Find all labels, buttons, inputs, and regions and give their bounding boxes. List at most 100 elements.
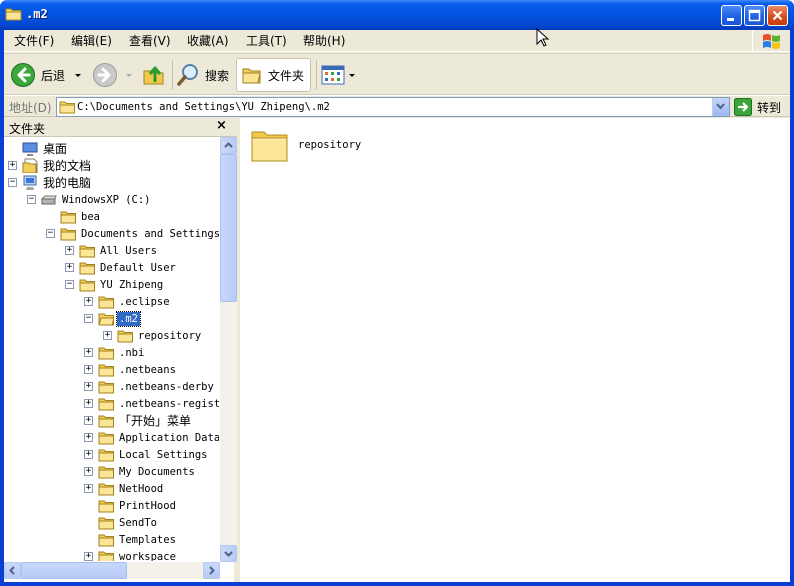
tree-item-label: Application Data	[119, 431, 219, 444]
tree-item[interactable]: + .netbeans-registr	[84, 395, 219, 412]
tree-item[interactable]: − Documents and Settings	[46, 225, 219, 242]
folder-icon	[98, 466, 114, 479]
menu-help[interactable]: 帮助(H)	[303, 33, 345, 49]
collapse-icon[interactable]: −	[27, 195, 36, 204]
tree-item[interactable]: + workspace	[84, 548, 178, 561]
tree-item[interactable]: + .eclipse	[84, 293, 172, 310]
maximize-icon	[748, 9, 761, 22]
dropdown-arrow-icon[interactable]	[73, 70, 83, 80]
menu-file[interactable]: 文件(F)	[14, 33, 54, 49]
tree-item[interactable]: + All Users	[65, 242, 159, 259]
dropdown-arrow-icon[interactable]	[347, 70, 357, 80]
tree-item[interactable]: + .netbeans-derby	[84, 378, 216, 395]
expand-icon[interactable]: +	[8, 161, 17, 170]
collapse-icon[interactable]: −	[65, 280, 74, 289]
tree-item-label: .nbi	[119, 346, 145, 359]
tree-item[interactable]: − WindowsXP (C:)	[27, 191, 153, 208]
folder-icon	[5, 8, 22, 21]
folder-icon	[79, 245, 95, 258]
folder-icon	[98, 449, 114, 462]
tree-item[interactable]: 桌面	[22, 140, 69, 157]
scroll-thumb[interactable]	[220, 154, 237, 302]
menu-edit[interactable]: 编辑(E)	[71, 33, 112, 49]
up-folder-button[interactable]	[141, 58, 167, 92]
search-label: 搜索	[205, 68, 230, 83]
tree-item[interactable]: + NetHood	[84, 480, 165, 497]
expand-icon[interactable]: +	[84, 297, 93, 306]
my-computer-icon	[23, 175, 37, 190]
tree-item[interactable]: bea	[60, 208, 102, 225]
maximize-button[interactable]	[744, 5, 765, 26]
tree-horizontal-scrollbar[interactable]	[4, 562, 220, 579]
tree-item[interactable]: − 我的电脑	[8, 174, 93, 191]
tree-item[interactable]: + 我的文档	[8, 157, 93, 174]
tree-item[interactable]: − YU Zhipeng	[65, 276, 165, 293]
address-input[interactable]: C:\Documents and Settings\YU Zhipeng\.m2	[56, 97, 730, 117]
tree-item-label: NetHood	[119, 482, 164, 495]
tree-item-label: SendTo	[119, 516, 157, 529]
expand-icon[interactable]: +	[65, 246, 74, 255]
folder-icon	[98, 415, 114, 428]
tree-item[interactable]: + repository	[103, 327, 203, 344]
tree-item-label: Templates	[119, 533, 176, 546]
expand-icon[interactable]: +	[84, 348, 93, 357]
minimize-button[interactable]	[721, 5, 742, 26]
address-dropdown-button[interactable]	[712, 98, 729, 116]
expand-icon[interactable]: +	[65, 263, 74, 272]
forward-button[interactable]	[92, 58, 134, 92]
tree-item[interactable]: − .m2	[84, 310, 141, 327]
tree-item[interactable]: + .netbeans	[84, 361, 178, 378]
tree-item[interactable]: SendTo	[98, 514, 159, 531]
expand-icon[interactable]: +	[84, 552, 93, 561]
tree-item[interactable]: PrintHood	[98, 497, 178, 514]
folder-pane-header: 文件夹 ×	[4, 118, 237, 137]
expand-icon[interactable]: +	[84, 433, 93, 442]
mouse-cursor-icon	[536, 28, 550, 47]
tree-vertical-scrollbar[interactable]	[220, 137, 237, 562]
expand-icon[interactable]: +	[84, 450, 93, 459]
expand-icon[interactable]: +	[84, 467, 93, 476]
tree-item[interactable]: + 「开始」菜单	[84, 412, 193, 429]
expand-icon[interactable]: +	[103, 331, 112, 340]
folder-item[interactable]: repository	[250, 126, 361, 164]
expand-icon[interactable]: +	[84, 382, 93, 391]
menu-view[interactable]: 查看(V)	[129, 33, 171, 49]
scroll-up-button[interactable]	[220, 137, 237, 154]
collapse-icon[interactable]: −	[46, 229, 55, 238]
tree-item[interactable]: + Local Settings	[84, 446, 210, 463]
chevron-up-icon	[224, 142, 233, 148]
folder-icon	[98, 381, 114, 394]
menu-favorites[interactable]: 收藏(A)	[187, 33, 229, 49]
expand-icon[interactable]: +	[84, 365, 93, 374]
search-button[interactable]: 搜索	[176, 58, 229, 92]
folder-icon	[98, 500, 114, 513]
tree-item[interactable]: + Default User	[65, 259, 178, 276]
expand-icon[interactable]: +	[84, 416, 93, 425]
tree-item[interactable]: + My Documents	[84, 463, 197, 480]
tree-item-label: My Documents	[119, 465, 195, 478]
dropdown-arrow-icon[interactable]	[124, 70, 134, 80]
expand-icon[interactable]: +	[84, 399, 93, 408]
go-button[interactable]: 转到	[734, 98, 781, 116]
tree-item[interactable]: Templates	[98, 531, 178, 548]
collapse-icon[interactable]: −	[84, 314, 93, 323]
back-button[interactable]: 后退	[10, 58, 83, 92]
folders-button[interactable]: 文件夹	[236, 58, 312, 92]
scroll-left-button[interactable]	[4, 562, 21, 579]
tree-item[interactable]: + .nbi	[84, 344, 146, 361]
scroll-thumb[interactable]	[21, 562, 127, 579]
views-grid-icon	[321, 65, 345, 85]
folder-pane-close-button[interactable]: ×	[216, 118, 227, 133]
collapse-icon[interactable]: −	[8, 178, 17, 187]
folder-icon	[79, 262, 95, 275]
views-button[interactable]	[321, 58, 357, 92]
tree-item[interactable]: + Application Data	[84, 429, 219, 446]
menu-tools[interactable]: 工具(T)	[246, 33, 287, 49]
scroll-down-button[interactable]	[220, 545, 237, 562]
folder-icon	[98, 398, 114, 411]
expand-icon[interactable]: +	[84, 484, 93, 493]
scroll-right-button[interactable]	[203, 562, 220, 579]
menu-bar: 文件(F) 编辑(E) 查看(V) 收藏(A) 工具(T) 帮助(H)	[4, 30, 790, 52]
title-bar[interactable]: .m2	[0, 0, 794, 30]
close-button[interactable]	[767, 5, 788, 26]
